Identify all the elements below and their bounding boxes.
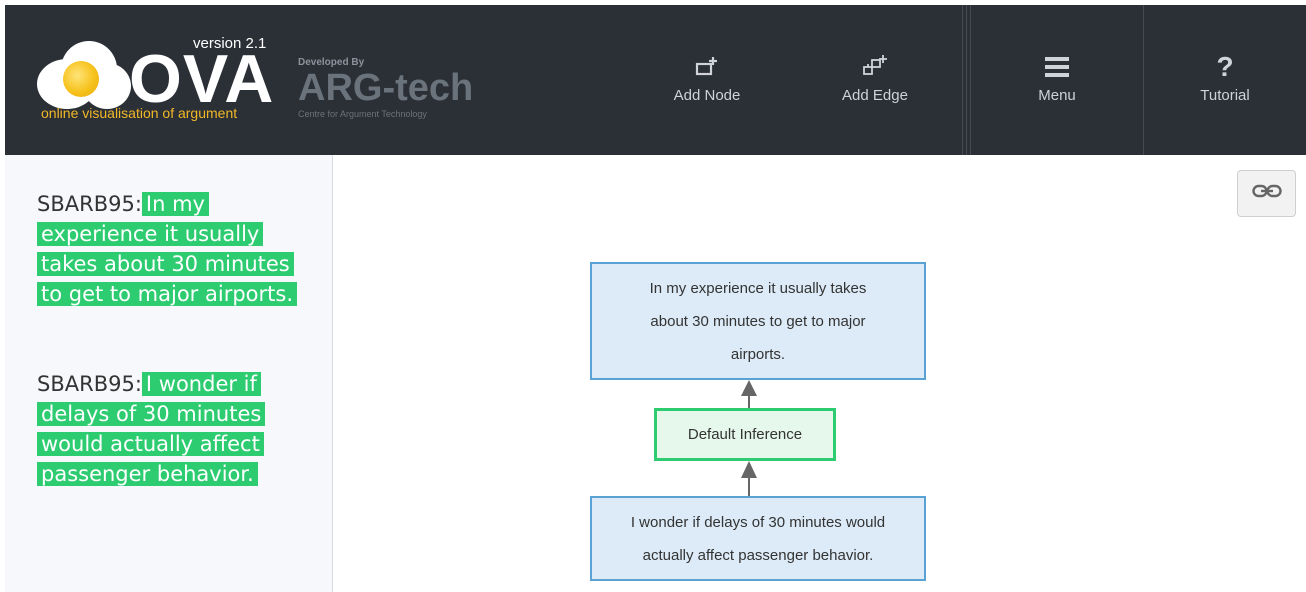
speaker-label: SBARB95: xyxy=(37,372,142,396)
top-toolbar: OVA version 2.1 online visualisation of … xyxy=(5,5,1306,155)
tutorial-button[interactable]: ? Tutorial xyxy=(1144,5,1306,155)
arg-tech-subtitle: Centre for Argument Technology xyxy=(298,109,427,119)
app-tagline: online visualisation of argument xyxy=(41,105,238,121)
i-node-conclusion[interactable]: In my experience it usually takes about … xyxy=(590,262,926,380)
transcript-turn: SBARB95: I wonder if delays of 30 minutes… xyxy=(37,369,312,489)
tutorial-label: Tutorial xyxy=(1200,87,1250,104)
app-name: OVA xyxy=(129,41,275,117)
developer-logo: Developed By ARG-tech Centre for Argumen… xyxy=(298,57,488,127)
add-edge-label: Add Edge xyxy=(842,87,908,104)
ova-logo: OVA version 2.1 online visualisation of … xyxy=(37,35,277,130)
toolbar-divider xyxy=(962,5,963,155)
node-text-line: I wonder if delays of 30 minutes would xyxy=(630,513,886,531)
add-edge-button[interactable]: Add Edge xyxy=(821,5,929,155)
ra-node-default-inference[interactable]: Default Inference xyxy=(654,408,836,461)
arg-tech-name: ARG-tech xyxy=(298,67,474,109)
node-text-line: airports. xyxy=(730,345,786,363)
app-version: version 2.1 xyxy=(193,35,267,52)
add-node-icon xyxy=(653,53,761,81)
question-mark-icon: ? xyxy=(1216,51,1234,82)
menu-label: Menu xyxy=(1038,87,1076,104)
add-node-button[interactable]: Add Node xyxy=(653,5,761,155)
node-text-line: actually affect passenger behavior. xyxy=(642,546,874,564)
node-text-line: about 30 minutes to get to major xyxy=(650,312,866,330)
toolbar-divider xyxy=(966,5,967,155)
add-node-label: Add Node xyxy=(673,87,741,104)
add-edge-icon xyxy=(821,53,929,81)
menu-button[interactable]: Menu xyxy=(971,5,1143,155)
node-text: Default Inference xyxy=(687,426,803,443)
link-icon xyxy=(1251,183,1282,204)
hamburger-menu-icon xyxy=(971,53,1143,81)
transcript-panel: SBARB95: In my experience it usually take… xyxy=(5,155,333,592)
link-button[interactable] xyxy=(1237,170,1296,217)
speaker-label: SBARB95: xyxy=(37,192,142,216)
node-text-line: In my experience it usually takes xyxy=(649,279,867,297)
transcript-turn: SBARB95: In my experience it usually take… xyxy=(37,189,312,309)
i-node-premise[interactable]: I wonder if delays of 30 minutes would a… xyxy=(590,496,926,581)
cloud-sun-icon xyxy=(37,39,132,109)
